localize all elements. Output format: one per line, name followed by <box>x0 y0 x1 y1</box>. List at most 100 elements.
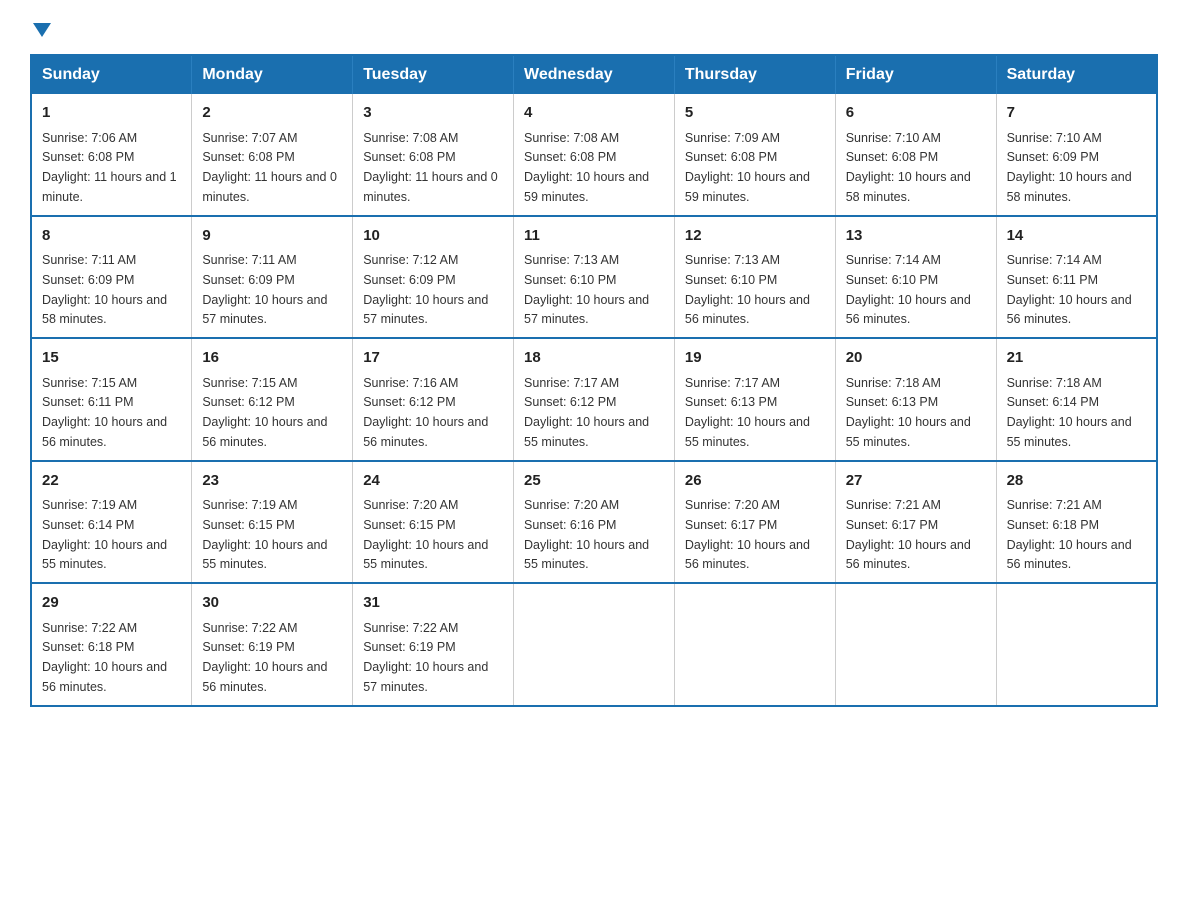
day-number: 14 <box>1007 225 1146 248</box>
calendar-cell: 27 Sunrise: 7:21 AMSunset: 6:17 PMDayligh… <box>835 461 996 584</box>
day-info: Sunrise: 7:11 AMSunset: 6:09 PMDaylight:… <box>202 253 327 326</box>
calendar-cell: 30 Sunrise: 7:22 AMSunset: 6:19 PMDayligh… <box>192 583 353 706</box>
day-number: 20 <box>846 347 986 370</box>
calendar-cell: 10 Sunrise: 7:12 AMSunset: 6:09 PMDayligh… <box>353 216 514 339</box>
calendar-cell: 9Sunrise: 7:11 AMSunset: 6:09 PMDaylight… <box>192 216 353 339</box>
day-info: Sunrise: 7:21 AMSunset: 6:18 PMDaylight:… <box>1007 498 1132 571</box>
calendar-cell: 4 Sunrise: 7:08 AMSunset: 6:08 PMDaylight… <box>514 94 675 216</box>
day-info: Sunrise: 7:17 AMSunset: 6:13 PMDaylight:… <box>685 376 810 449</box>
calendar-cell <box>835 583 996 706</box>
day-number: 21 <box>1007 347 1146 370</box>
calendar-cell: 22Sunrise: 7:19 AMSunset: 6:14 PMDayligh… <box>31 461 192 584</box>
day-info: Sunrise: 7:12 AMSunset: 6:09 PMDaylight:… <box>363 253 488 326</box>
day-info: Sunrise: 7:21 AMSunset: 6:17 PMDaylight:… <box>846 498 971 571</box>
day-number: 25 <box>524 470 664 493</box>
calendar-cell: 19 Sunrise: 7:17 AMSunset: 6:13 PMDayligh… <box>674 338 835 461</box>
calendar-cell: 8 Sunrise: 7:11 AMSunset: 6:09 PMDaylight… <box>31 216 192 339</box>
calendar-cell: 20 Sunrise: 7:18 AMSunset: 6:13 PMDayligh… <box>835 338 996 461</box>
day-number: 15 <box>42 347 181 370</box>
calendar-cell: 24 Sunrise: 7:20 AMSunset: 6:15 PMDayligh… <box>353 461 514 584</box>
day-info: Sunrise: 7:19 AMSunset: 6:15 PMDaylight:… <box>202 498 327 571</box>
day-number: 8 <box>42 225 181 248</box>
weekday-header-sunday: Sunday <box>31 55 192 94</box>
day-info: Sunrise: 7:14 AMSunset: 6:11 PMDaylight:… <box>1007 253 1132 326</box>
calendar-cell: 17 Sunrise: 7:16 AMSunset: 6:12 PMDayligh… <box>353 338 514 461</box>
day-number: 1 <box>42 102 181 125</box>
day-info: Sunrise: 7:20 AMSunset: 6:17 PMDaylight:… <box>685 498 810 571</box>
calendar-cell: 1 Sunrise: 7:06 AMSunset: 6:08 PMDaylight… <box>31 94 192 216</box>
day-number: 2 <box>202 102 342 125</box>
day-number: 11 <box>524 225 664 248</box>
day-number: 5 <box>685 102 825 125</box>
weekday-header-friday: Friday <box>835 55 996 94</box>
day-info: Sunrise: 7:13 AMSunset: 6:10 PMDaylight:… <box>685 253 810 326</box>
day-info: Sunrise: 7:11 AMSunset: 6:09 PMDaylight:… <box>42 253 167 326</box>
day-number: 26 <box>685 470 825 493</box>
day-info: Sunrise: 7:06 AMSunset: 6:08 PMDaylight:… <box>42 131 177 204</box>
calendar-week-row: 29Sunrise: 7:22 AMSunset: 6:18 PMDayligh… <box>31 583 1157 706</box>
calendar-cell: 2Sunrise: 7:07 AMSunset: 6:08 PMDaylight… <box>192 94 353 216</box>
day-number: 19 <box>685 347 825 370</box>
calendar-cell <box>674 583 835 706</box>
weekday-header-saturday: Saturday <box>996 55 1157 94</box>
calendar-cell: 5Sunrise: 7:09 AMSunset: 6:08 PMDaylight… <box>674 94 835 216</box>
day-number: 27 <box>846 470 986 493</box>
logo <box>30 20 51 34</box>
day-number: 23 <box>202 470 342 493</box>
day-number: 24 <box>363 470 503 493</box>
calendar-cell: 15 Sunrise: 7:15 AMSunset: 6:11 PMDayligh… <box>31 338 192 461</box>
day-info: Sunrise: 7:15 AMSunset: 6:11 PMDaylight:… <box>42 376 167 449</box>
day-info: Sunrise: 7:16 AMSunset: 6:12 PMDaylight:… <box>363 376 488 449</box>
calendar-cell: 13 Sunrise: 7:14 AMSunset: 6:10 PMDayligh… <box>835 216 996 339</box>
day-info: Sunrise: 7:08 AMSunset: 6:08 PMDaylight:… <box>363 131 498 204</box>
day-info: Sunrise: 7:22 AMSunset: 6:18 PMDaylight:… <box>42 621 167 694</box>
day-number: 4 <box>524 102 664 125</box>
day-number: 12 <box>685 225 825 248</box>
page-header <box>30 20 1158 34</box>
day-number: 31 <box>363 592 503 615</box>
day-info: Sunrise: 7:22 AMSunset: 6:19 PMDaylight:… <box>202 621 327 694</box>
calendar-cell: 3 Sunrise: 7:08 AMSunset: 6:08 PMDaylight… <box>353 94 514 216</box>
calendar-week-row: 1 Sunrise: 7:06 AMSunset: 6:08 PMDaylight… <box>31 94 1157 216</box>
day-info: Sunrise: 7:10 AMSunset: 6:08 PMDaylight:… <box>846 131 971 204</box>
weekday-header-tuesday: Tuesday <box>353 55 514 94</box>
day-info: Sunrise: 7:18 AMSunset: 6:14 PMDaylight:… <box>1007 376 1132 449</box>
weekday-header-thursday: Thursday <box>674 55 835 94</box>
day-number: 3 <box>363 102 503 125</box>
calendar-cell: 6 Sunrise: 7:10 AMSunset: 6:08 PMDaylight… <box>835 94 996 216</box>
weekday-header-wednesday: Wednesday <box>514 55 675 94</box>
calendar-week-row: 8 Sunrise: 7:11 AMSunset: 6:09 PMDaylight… <box>31 216 1157 339</box>
day-info: Sunrise: 7:20 AMSunset: 6:15 PMDaylight:… <box>363 498 488 571</box>
day-info: Sunrise: 7:19 AMSunset: 6:14 PMDaylight:… <box>42 498 167 571</box>
day-number: 30 <box>202 592 342 615</box>
calendar-week-row: 22Sunrise: 7:19 AMSunset: 6:14 PMDayligh… <box>31 461 1157 584</box>
day-number: 16 <box>202 347 342 370</box>
calendar-cell: 11Sunrise: 7:13 AMSunset: 6:10 PMDayligh… <box>514 216 675 339</box>
calendar-header: SundayMondayTuesdayWednesdayThursdayFrid… <box>31 55 1157 94</box>
calendar-cell: 23 Sunrise: 7:19 AMSunset: 6:15 PMDayligh… <box>192 461 353 584</box>
calendar-cell: 29Sunrise: 7:22 AMSunset: 6:18 PMDayligh… <box>31 583 192 706</box>
day-info: Sunrise: 7:20 AMSunset: 6:16 PMDaylight:… <box>524 498 649 571</box>
day-info: Sunrise: 7:22 AMSunset: 6:19 PMDaylight:… <box>363 621 488 694</box>
calendar-cell: 14 Sunrise: 7:14 AMSunset: 6:11 PMDayligh… <box>996 216 1157 339</box>
day-info: Sunrise: 7:14 AMSunset: 6:10 PMDaylight:… <box>846 253 971 326</box>
calendar-cell <box>514 583 675 706</box>
day-info: Sunrise: 7:08 AMSunset: 6:08 PMDaylight:… <box>524 131 649 204</box>
day-info: Sunrise: 7:18 AMSunset: 6:13 PMDaylight:… <box>846 376 971 449</box>
calendar-body: 1 Sunrise: 7:06 AMSunset: 6:08 PMDaylight… <box>31 94 1157 706</box>
day-number: 6 <box>846 102 986 125</box>
calendar-cell: 12 Sunrise: 7:13 AMSunset: 6:10 PMDayligh… <box>674 216 835 339</box>
calendar-cell <box>996 583 1157 706</box>
calendar-cell: 18Sunrise: 7:17 AMSunset: 6:12 PMDayligh… <box>514 338 675 461</box>
day-number: 17 <box>363 347 503 370</box>
calendar-cell: 31 Sunrise: 7:22 AMSunset: 6:19 PMDayligh… <box>353 583 514 706</box>
weekday-header-monday: Monday <box>192 55 353 94</box>
weekday-header-row: SundayMondayTuesdayWednesdayThursdayFrid… <box>31 55 1157 94</box>
day-info: Sunrise: 7:10 AMSunset: 6:09 PMDaylight:… <box>1007 131 1132 204</box>
calendar-table: SundayMondayTuesdayWednesdayThursdayFrid… <box>30 54 1158 707</box>
day-number: 13 <box>846 225 986 248</box>
calendar-week-row: 15 Sunrise: 7:15 AMSunset: 6:11 PMDayligh… <box>31 338 1157 461</box>
calendar-cell: 26 Sunrise: 7:20 AMSunset: 6:17 PMDayligh… <box>674 461 835 584</box>
day-number: 28 <box>1007 470 1146 493</box>
day-number: 10 <box>363 225 503 248</box>
